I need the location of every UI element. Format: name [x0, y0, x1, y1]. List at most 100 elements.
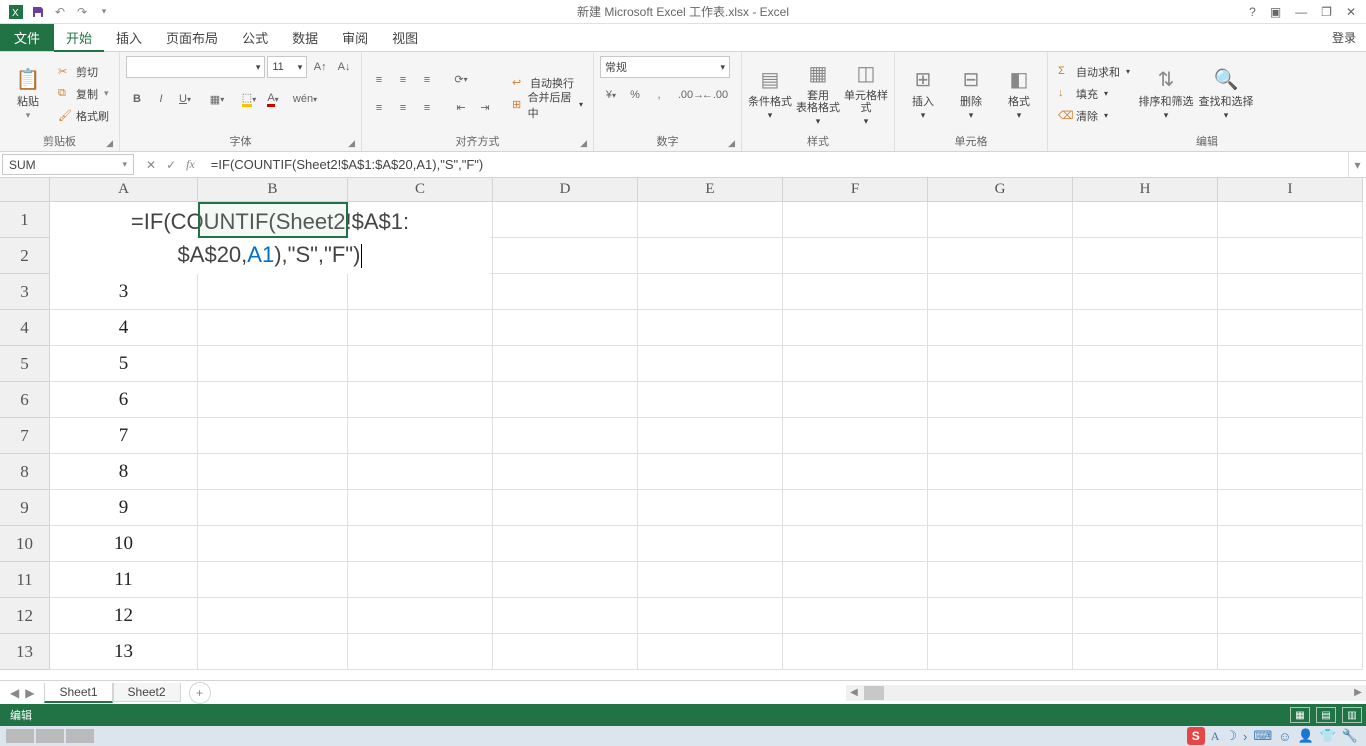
cell[interactable]: [928, 598, 1073, 634]
scroll-right-icon[interactable]: ▶: [1350, 687, 1366, 698]
sheet-nav-prev-icon[interactable]: ◀: [10, 686, 19, 700]
cell[interactable]: [493, 526, 638, 562]
cell[interactable]: [1073, 562, 1218, 598]
sheet-nav-next-icon[interactable]: ▶: [25, 686, 34, 700]
copy-button[interactable]: ⧉复制▾: [54, 84, 113, 104]
cell[interactable]: [1073, 634, 1218, 670]
cell[interactable]: [493, 310, 638, 346]
cell[interactable]: [1218, 274, 1363, 310]
horizontal-scrollbar[interactable]: ◀ ▶: [846, 685, 1366, 701]
cell[interactable]: [1073, 202, 1218, 238]
ime-punct-icon[interactable]: ›: [1243, 729, 1247, 744]
cell[interactable]: [783, 526, 928, 562]
cell[interactable]: [783, 490, 928, 526]
cell[interactable]: [1073, 346, 1218, 382]
ime-settings-icon[interactable]: 🔧: [1342, 728, 1358, 744]
cell[interactable]: [348, 454, 493, 490]
fill-color-button[interactable]: ⬚▾: [238, 88, 260, 110]
cell[interactable]: [198, 562, 348, 598]
cell[interactable]: [638, 418, 783, 454]
cancel-formula-icon[interactable]: ✕: [146, 158, 156, 172]
cell[interactable]: [638, 562, 783, 598]
cell[interactable]: [493, 634, 638, 670]
cell[interactable]: 7: [50, 418, 198, 454]
tab-home[interactable]: 开始: [54, 24, 104, 52]
sheet-tab-2[interactable]: Sheet2: [113, 683, 181, 702]
sheet-tab-1[interactable]: Sheet1: [44, 683, 112, 703]
ime-face-icon[interactable]: ☺: [1278, 729, 1291, 744]
undo-icon[interactable]: ↶: [52, 4, 68, 20]
cell[interactable]: [783, 202, 928, 238]
cell[interactable]: [638, 346, 783, 382]
phonetic-button[interactable]: wén▾: [294, 88, 316, 110]
align-left-icon[interactable]: ≡: [368, 97, 390, 119]
ime-lang-indicator[interactable]: A: [1211, 729, 1220, 744]
border-button[interactable]: ▦▾: [206, 88, 228, 110]
cell[interactable]: [1073, 238, 1218, 274]
cell[interactable]: [928, 202, 1073, 238]
row-header[interactable]: 13: [0, 634, 50, 670]
fill-button[interactable]: ↓填充▾: [1054, 84, 1134, 104]
name-box[interactable]: SUM▾: [2, 154, 134, 175]
font-size-select[interactable]: 11▾: [267, 56, 307, 78]
cell[interactable]: 4: [50, 310, 198, 346]
tab-formulas[interactable]: 公式: [230, 24, 280, 51]
cell[interactable]: [348, 310, 493, 346]
cell-style-button[interactable]: ◫单元格样式▾: [844, 58, 888, 130]
scroll-left-icon[interactable]: ◀: [846, 687, 862, 698]
font-shrink-icon[interactable]: A↓: [333, 56, 355, 78]
view-normal-icon[interactable]: ▦: [1290, 707, 1310, 723]
align-middle-icon[interactable]: ≡: [392, 69, 414, 91]
cell[interactable]: [783, 598, 928, 634]
cell[interactable]: [638, 274, 783, 310]
cell[interactable]: [1073, 598, 1218, 634]
underline-button[interactable]: U▾: [174, 88, 196, 110]
cell[interactable]: [638, 598, 783, 634]
ime-moon-icon[interactable]: ☽: [1225, 728, 1237, 744]
cell[interactable]: [638, 310, 783, 346]
cell[interactable]: [348, 526, 493, 562]
tab-layout[interactable]: 页面布局: [154, 24, 230, 51]
cell[interactable]: [493, 346, 638, 382]
delete-cells-button[interactable]: ⊟删除▾: [949, 58, 993, 130]
insert-cells-button[interactable]: ⊞插入▾: [901, 58, 945, 130]
percent-icon[interactable]: %: [624, 84, 646, 106]
cell[interactable]: [928, 634, 1073, 670]
scroll-thumb[interactable]: [864, 686, 884, 700]
cell[interactable]: [493, 454, 638, 490]
align-bottom-icon[interactable]: ≡: [416, 69, 438, 91]
cell[interactable]: [928, 382, 1073, 418]
column-header[interactable]: B: [198, 178, 348, 202]
cell[interactable]: [928, 346, 1073, 382]
cell[interactable]: 8: [50, 454, 198, 490]
maximize-icon[interactable]: ❐: [1321, 5, 1332, 19]
dialog-launcher-icon[interactable]: ◢: [106, 138, 113, 149]
italic-button[interactable]: I: [150, 88, 172, 110]
select-all-corner[interactable]: [0, 178, 50, 202]
chevron-down-icon[interactable]: ▾: [122, 159, 127, 170]
cell[interactable]: [928, 238, 1073, 274]
column-header[interactable]: G: [928, 178, 1073, 202]
add-sheet-button[interactable]: +: [189, 682, 211, 704]
column-header[interactable]: D: [493, 178, 638, 202]
cell[interactable]: [348, 490, 493, 526]
ime-user-icon[interactable]: 👤: [1297, 728, 1313, 744]
cell[interactable]: [493, 382, 638, 418]
qat-more-icon[interactable]: ▾: [96, 4, 112, 20]
cell[interactable]: 10: [50, 526, 198, 562]
cell[interactable]: [198, 526, 348, 562]
tab-insert[interactable]: 插入: [104, 24, 154, 51]
cell[interactable]: [1073, 310, 1218, 346]
cell[interactable]: [198, 418, 348, 454]
row-header[interactable]: 12: [0, 598, 50, 634]
comma-icon[interactable]: ,: [648, 84, 670, 106]
cell[interactable]: 12: [50, 598, 198, 634]
cell[interactable]: 11: [50, 562, 198, 598]
cell[interactable]: [1218, 382, 1363, 418]
clear-button[interactable]: ⌫清除▾: [1054, 106, 1134, 126]
redo-icon[interactable]: ↷: [74, 4, 90, 20]
cell[interactable]: [1073, 418, 1218, 454]
column-header[interactable]: A: [50, 178, 198, 202]
row-header[interactable]: 9: [0, 490, 50, 526]
cell[interactable]: [928, 562, 1073, 598]
